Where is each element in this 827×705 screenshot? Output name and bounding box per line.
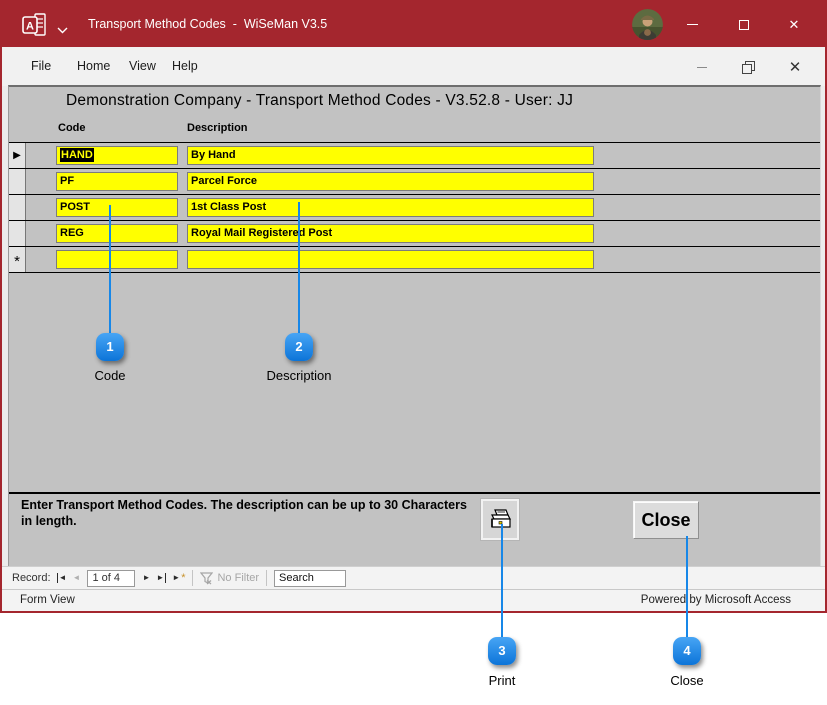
new-record-star-icon: * [181,572,185,584]
close-icon: ✕ [789,58,802,76]
powered-by-label: Powered by Microsoft Access [641,594,791,606]
doc-minimize-button[interactable] [685,54,719,80]
window-maximize-button[interactable] [723,2,765,47]
first-record-icon[interactable]: ◄ [57,573,67,583]
record-position-box[interactable]: 1 of 4 [87,570,135,587]
user-avatar[interactable] [632,9,663,40]
app-window: A Transport Method Codes - WiSeMan V3.5 … [0,0,827,613]
code-field[interactable] [56,250,178,269]
column-header-description: Description [187,122,248,134]
menu-view[interactable]: View [129,47,156,86]
callout-label-description: Description [229,368,369,383]
no-filter-label: No Filter [217,572,259,584]
status-bar: Form View Powered by Microsoft Access [2,589,825,611]
callout-label-print: Print [432,673,572,688]
print-button[interactable] [481,499,519,540]
menu-home[interactable]: Home [77,47,110,86]
svg-text:A: A [26,21,34,33]
instruction-text: Enter Transport Method Codes. The descri… [21,497,481,530]
form-header-title: Demonstration Company - Transport Method… [66,92,573,110]
chevron-down-icon[interactable] [57,21,68,39]
callout-line-3 [501,524,503,638]
next-record-icon[interactable]: ► [142,573,150,583]
last-record-icon[interactable]: ► [156,573,166,583]
description-field[interactable]: Parcel Force [187,172,594,191]
callout-line-4 [686,536,688,638]
minimize-icon [697,67,707,68]
callout-line-2 [298,202,300,333]
filter-icon [200,572,213,585]
window-close-button[interactable]: ✕ [773,2,815,47]
record-navigation-bar: Record: ◄ ◄ 1 of 4 ► ► ► * No Filter [2,566,825,589]
close-form-button[interactable]: Close [633,501,699,539]
callout-label-close: Close [617,673,757,688]
record-selector-new[interactable]: * [9,247,26,272]
menu-help[interactable]: Help [172,47,198,86]
view-mode-label: Form View [20,594,75,606]
description-field[interactable] [187,250,594,269]
callout-badge-3: 3 [488,637,516,665]
access-app-icon[interactable]: A [22,12,47,37]
table-row: PF Parcel Force [9,169,820,195]
menu-file[interactable]: File [31,47,51,86]
maximize-icon [739,20,749,30]
record-selector[interactable] [9,221,26,246]
callout-label-code: Code [40,368,180,383]
code-field[interactable]: HAND [56,146,178,165]
record-selector[interactable] [9,195,26,220]
table-row: ▶ HAND By Hand [9,143,820,169]
new-record-icon[interactable]: ► [172,573,180,583]
callout-badge-4: 4 [673,637,701,665]
table-row: POST 1st Class Post [9,195,820,221]
doc-close-button[interactable]: ✕ [778,54,812,80]
code-field[interactable]: POST [56,198,178,217]
no-filter-button[interactable]: No Filter [200,572,259,585]
description-field[interactable]: Royal Mail Registered Post [187,224,594,243]
current-record-icon: ▶ [13,151,21,161]
minimize-icon [687,24,698,25]
printer-icon [487,507,513,533]
table-row: REG Royal Mail Registered Post [9,221,820,247]
restore-icon [742,61,755,74]
record-selector-current[interactable]: ▶ [9,143,26,168]
menu-bar: File Home View Help ✕ [2,47,825,86]
records-grid: ▶ HAND By Hand PF Parcel Force POST 1st … [9,143,820,273]
close-icon: ✕ [789,17,800,33]
transport-codes-form: Demonstration Company - Transport Method… [8,85,821,568]
callout-badge-1: 1 [96,333,124,361]
code-field[interactable]: PF [56,172,178,191]
record-selector[interactable] [9,169,26,194]
description-field[interactable]: 1st Class Post [187,198,594,217]
callout-badge-2: 2 [285,333,313,361]
window-minimize-button[interactable] [671,2,713,47]
description-field[interactable]: By Hand [187,146,594,165]
table-row-new: * [9,247,820,273]
previous-record-icon[interactable]: ◄ [73,573,81,583]
doc-restore-button[interactable] [731,54,765,80]
column-header-code: Code [58,122,86,134]
window-title: Transport Method Codes - WiSeMan V3.5 [88,2,327,47]
new-record-icon: * [14,257,20,267]
title-bar: A Transport Method Codes - WiSeMan V3.5 … [2,2,825,47]
code-field[interactable]: REG [56,224,178,243]
search-input[interactable] [274,570,346,587]
callout-line-1 [109,205,111,333]
record-label: Record: [12,572,51,584]
